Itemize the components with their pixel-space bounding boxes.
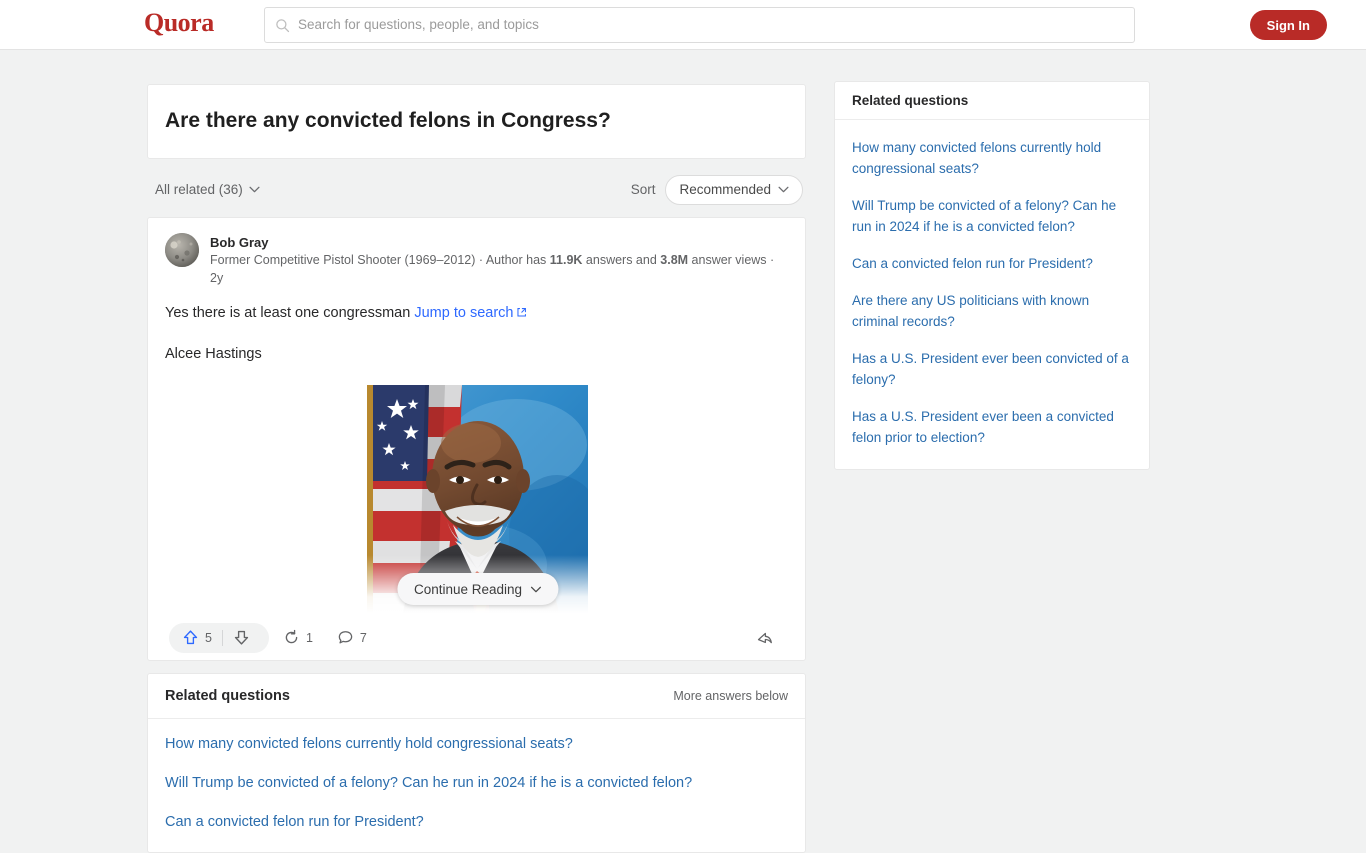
list-item[interactable]: Can a convicted felon run for President? <box>852 245 1132 282</box>
answer-timestamp[interactable]: 2y <box>210 271 223 285</box>
list-item[interactable]: Will Trump be convicted of a felony? Can… <box>852 187 1132 245</box>
upvote-icon <box>183 630 198 645</box>
main-column: Are there any convicted felons in Congre… <box>147 84 806 853</box>
related-questions-sidebar-card: Related questions How many convicted fel… <box>834 81 1150 470</box>
answer-paragraph-1: Yes there is at least one congressman Ju… <box>165 303 788 324</box>
answer-paragraph-2: Alcee Hastings <box>165 346 262 362</box>
answer-byline: Bob Gray Former Competitive Pistol Shoot… <box>165 233 788 287</box>
comment-count: 7 <box>359 630 367 645</box>
upvote-button[interactable]: 5 <box>172 623 222 653</box>
list-item[interactable]: Has a U.S. President ever been a convict… <box>852 398 1132 456</box>
more-answers-below-label: More answers below <box>673 689 788 703</box>
site-header: Quora Search for questions, people, and … <box>0 0 1366 50</box>
credential-suffix: answer views · <box>688 253 775 267</box>
share-button[interactable] <box>748 623 780 653</box>
sidebar-title: Related questions <box>852 93 969 108</box>
answers-count: 11.9K <box>549 253 583 267</box>
list-item[interactable]: How many convicted felons currently hold… <box>852 129 1132 187</box>
related-questions-title: Related questions <box>165 688 290 704</box>
views-count: 3.8M <box>660 253 689 267</box>
vote-group: 5 <box>169 622 269 653</box>
jump-to-search-link[interactable]: Jump to search <box>414 305 513 321</box>
upvote-count: 5 <box>205 630 212 645</box>
byline-text: Bob Gray Former Competitive Pistol Shoot… <box>210 233 776 287</box>
avatar-image <box>165 233 199 267</box>
comment-button[interactable]: 7 <box>327 623 377 653</box>
answer-action-bar: 5 1 7 <box>165 615 788 660</box>
chevron-down-icon <box>778 186 789 193</box>
list-item[interactable]: Can a convicted felon run for President? <box>165 803 788 842</box>
repost-button[interactable]: 1 <box>273 623 323 653</box>
quora-logo[interactable]: Quora <box>144 8 214 38</box>
author-credential: Former Competitive Pistol Shooter (1969–… <box>210 251 776 287</box>
sort-dropdown[interactable]: Recommended <box>665 174 803 205</box>
chevron-down-icon <box>249 186 260 193</box>
sort-label: Sort <box>630 182 656 197</box>
page-body: Are there any convicted felons in Congre… <box>0 50 1366 853</box>
list-item[interactable]: Has a U.S. President ever been convicted… <box>852 340 1132 398</box>
continue-reading-button[interactable]: Continue Reading <box>396 573 559 605</box>
filter-bar: All related (36) Sort Recommended <box>147 168 806 211</box>
author-name[interactable]: Bob Gray <box>210 234 776 251</box>
downvote-button[interactable] <box>223 623 266 653</box>
page-title: Are there any convicted felons in Congre… <box>165 109 611 132</box>
continue-reading-label: Continue Reading <box>413 581 523 597</box>
answer-image-container: Continue Reading <box>165 385 790 613</box>
sort-controls: Sort Recommended <box>630 174 803 205</box>
answer-card: Bob Gray Former Competitive Pistol Shoot… <box>147 217 806 661</box>
search-icon <box>276 18 290 32</box>
list-item[interactable]: How many convicted felons currently hold… <box>165 725 788 764</box>
list-item[interactable]: Are there any US politicians with known … <box>852 282 1132 340</box>
share-icon <box>757 632 772 644</box>
avatar[interactable] <box>165 233 199 267</box>
answer-body: Yes there is at least one congressman Ju… <box>165 303 790 613</box>
repost-count: 1 <box>305 630 313 645</box>
paragraph-1-text: Yes there is at least one congressman <box>165 305 415 321</box>
related-questions-main-card: Related questions More answers below How… <box>147 673 806 853</box>
repost-icon <box>285 629 298 644</box>
chevron-down-icon <box>530 586 541 592</box>
sign-in-button[interactable]: Sign In <box>1249 10 1327 40</box>
sidebar-header: Related questions <box>835 82 1149 120</box>
credential-prefix: Former Competitive Pistol Shooter (1969–… <box>210 253 550 267</box>
sidebar-list: How many convicted felons currently hold… <box>835 120 1149 469</box>
all-related-label: All related (36) <box>155 182 243 197</box>
related-questions-list: How many convicted felons currently hold… <box>148 719 805 852</box>
question-card: Are there any convicted felons in Congre… <box>147 84 806 159</box>
sort-value: Recommended <box>679 182 771 197</box>
all-related-dropdown[interactable]: All related (36) <box>155 182 260 197</box>
search-placeholder: Search for questions, people, and topics <box>298 17 539 32</box>
external-link-icon <box>517 308 527 317</box>
search-input[interactable]: Search for questions, people, and topics <box>264 7 1135 43</box>
downvote-icon <box>234 630 249 645</box>
sidebar-column: Related questions How many convicted fel… <box>834 81 1150 470</box>
list-item[interactable]: Will Trump be convicted of a felony? Can… <box>165 764 788 803</box>
related-questions-header: Related questions More answers below <box>148 674 805 719</box>
credential-mid: answers and <box>582 253 661 267</box>
comment-icon <box>338 631 353 644</box>
